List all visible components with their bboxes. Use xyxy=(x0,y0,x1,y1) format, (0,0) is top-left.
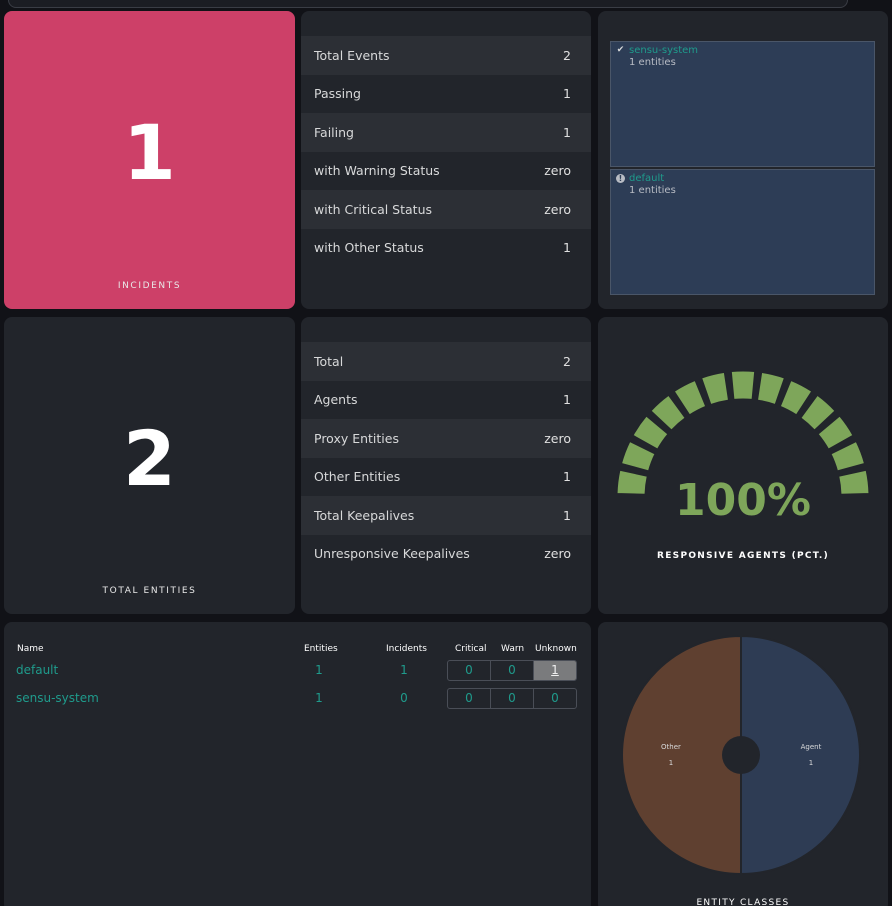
stat-label: Agents xyxy=(314,392,358,408)
stat-row[interactable]: Unresponsive Keepalives zero xyxy=(301,535,591,574)
stat-row[interactable]: Failing 1 xyxy=(301,113,591,152)
namespace-entities: 1 entities xyxy=(629,185,676,196)
stat-value: zero xyxy=(544,163,571,179)
entity-stats-panel: Total 2 Agents 1 Proxy Entities zero Other … xyxy=(301,317,591,614)
stat-label: Total xyxy=(314,353,344,369)
stat-label: Proxy Entities xyxy=(314,430,399,446)
header-entities: Entities xyxy=(304,644,338,654)
namespace-link[interactable]: sensu-system xyxy=(16,691,99,705)
gauge-segment xyxy=(730,370,756,400)
header-critical: Critical xyxy=(455,644,487,654)
pie-slice-label: Agent xyxy=(801,743,822,751)
check-icon: ✔ xyxy=(616,45,625,55)
warn-count[interactable]: 0 xyxy=(491,661,534,680)
namespace-status-panel: ✔ sensu-system 1 entities ! default 1 en… xyxy=(598,11,888,309)
stat-row[interactable]: with Critical Status zero xyxy=(301,190,591,229)
stat-row[interactable]: Total Keepalives 1 xyxy=(301,496,591,535)
namespace-link[interactable]: default xyxy=(16,663,58,677)
stat-value: 1 xyxy=(563,86,571,102)
namespace-name[interactable]: default xyxy=(629,173,664,184)
gauge-segment xyxy=(757,371,785,405)
stat-value: zero xyxy=(544,546,571,562)
responsive-agents-panel: 100% RESPONSIVE AGENTS (PCT.) xyxy=(598,317,888,614)
stat-row[interactable]: Passing 1 xyxy=(301,75,591,114)
pie-slice-value: 1 xyxy=(809,759,813,767)
stat-value: zero xyxy=(544,430,571,446)
stat-label: Unresponsive Keepalives xyxy=(314,546,470,562)
gauge-value: 100% xyxy=(675,475,811,526)
critical-count[interactable]: 0 xyxy=(448,661,491,680)
stat-label: Other Entities xyxy=(314,469,401,485)
total-entities-panel[interactable]: 2 TOTAL ENTITIES xyxy=(4,317,295,614)
namespace-tile[interactable]: ✔ sensu-system 1 entities xyxy=(610,41,875,167)
stat-label: with Critical Status xyxy=(314,201,433,217)
pie-hole xyxy=(722,736,760,774)
stat-value: 2 xyxy=(563,353,571,369)
pie-slice-label: Other xyxy=(661,743,681,751)
total-entities-label: TOTAL ENTITIES xyxy=(102,586,197,596)
namespace-table-panel: Name Entities Incidents Critical Warn Un… xyxy=(4,622,591,906)
pie-chart: Agent 1 Other 1 xyxy=(621,634,861,876)
stat-row[interactable]: Agents 1 xyxy=(301,381,591,420)
gauge-segment xyxy=(701,371,729,405)
entity-classes-panel: Agent 1 Other 1 ENTITY CLASSES xyxy=(598,622,888,906)
gauge-label: RESPONSIVE AGENTS (PCT.) xyxy=(656,551,830,561)
stat-value: zero xyxy=(544,201,571,217)
stat-label: Passing xyxy=(314,86,361,102)
search-bar[interactable] xyxy=(8,0,848,8)
stat-value: 1 xyxy=(563,124,571,140)
entities-count: 1 xyxy=(315,691,323,705)
namespace-name[interactable]: sensu-system xyxy=(629,45,698,56)
warn-count[interactable]: 0 xyxy=(491,689,534,708)
stat-row[interactable]: with Other Status 1 xyxy=(301,229,591,268)
stat-row[interactable]: with Warning Status zero xyxy=(301,152,591,191)
info-icon: ! xyxy=(616,174,625,183)
top-bar xyxy=(0,0,892,8)
severity-counts: 0 0 0 xyxy=(447,688,577,709)
header-unknown: Unknown xyxy=(535,644,577,654)
incidents-count: 0 xyxy=(400,691,408,705)
pie-label: ENTITY CLASSES xyxy=(696,898,790,906)
gauge-segment xyxy=(621,441,656,472)
stat-value: 1 xyxy=(563,469,571,485)
stat-row[interactable]: Proxy Entities zero xyxy=(301,419,591,458)
namespace-tile[interactable]: ! default 1 entities xyxy=(610,169,875,295)
incidents-count: 1 xyxy=(400,663,408,677)
stat-label: with Warning Status xyxy=(314,163,440,179)
stat-label: Failing xyxy=(314,124,354,140)
events-stats-panel: Total Events 2 Passing 1 Failing 1 with War… xyxy=(301,11,591,309)
entities-count: 1 xyxy=(315,663,323,677)
stat-value: 2 xyxy=(563,47,571,63)
stat-value: 1 xyxy=(563,392,571,408)
stat-row[interactable]: Total 2 xyxy=(301,342,591,381)
header-incidents: Incidents xyxy=(386,644,427,654)
stat-label: Total Keepalives xyxy=(314,507,415,523)
unknown-count[interactable]: 1 xyxy=(534,661,576,680)
header-name: Name xyxy=(17,644,44,654)
critical-count[interactable]: 0 xyxy=(448,689,491,708)
stat-row[interactable]: Total Events 2 xyxy=(301,36,591,75)
incidents-count: 1 xyxy=(123,108,176,197)
total-entities-count: 2 xyxy=(123,413,176,503)
stat-value: 1 xyxy=(563,240,571,256)
namespace-entities: 1 entities xyxy=(629,57,676,68)
incidents-panel[interactable]: 1 INCIDENTS xyxy=(4,11,295,309)
pie-slice-value: 1 xyxy=(669,759,673,767)
gauge-segment xyxy=(830,441,865,472)
incidents-label: INCIDENTS xyxy=(117,281,182,291)
severity-counts: 0 0 1 xyxy=(447,660,577,681)
header-warn: Warn xyxy=(501,644,525,654)
stat-label: Total Events xyxy=(314,47,390,63)
stat-value: 1 xyxy=(563,507,571,523)
stat-label: with Other Status xyxy=(314,240,424,256)
unknown-count[interactable]: 0 xyxy=(534,689,576,708)
stat-row[interactable]: Other Entities 1 xyxy=(301,458,591,497)
